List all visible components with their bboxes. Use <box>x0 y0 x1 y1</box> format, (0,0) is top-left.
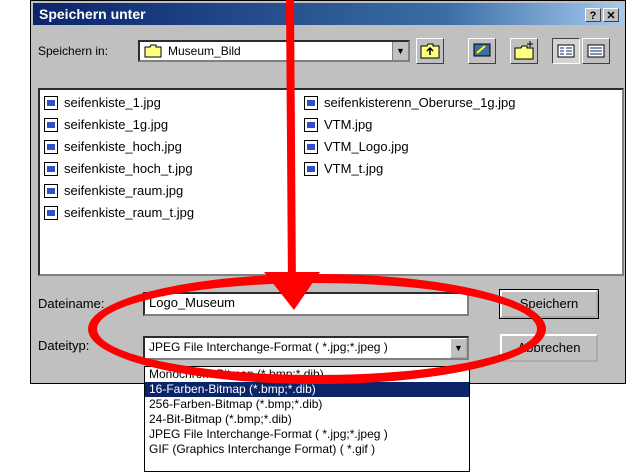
annotation-arrow <box>264 0 320 310</box>
